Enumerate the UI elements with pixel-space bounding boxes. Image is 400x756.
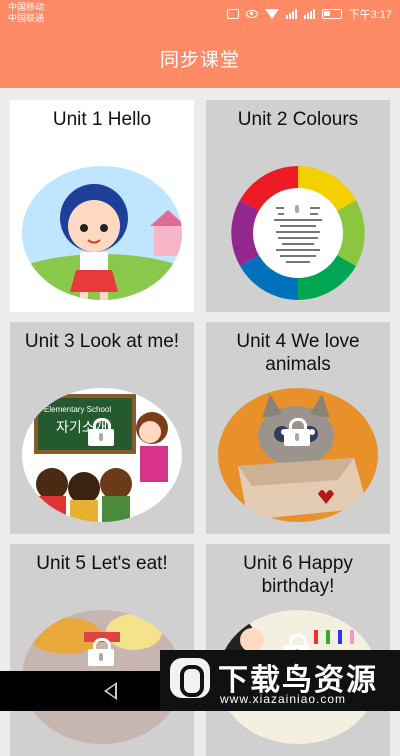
watermark-url: www.xiazainiao.com: [220, 692, 347, 706]
lock-icon: [284, 418, 310, 446]
unit-title: Unit 2 Colours: [237, 109, 359, 130]
status-time: 下午3:17: [348, 9, 392, 21]
unit-title: Unit 3 Look at me!: [24, 331, 180, 352]
unit-thumbnail-girl: [22, 166, 182, 300]
lock-icon: [284, 190, 310, 218]
unit-title: Unit 6 Happy birthday!: [243, 553, 353, 597]
unit-thumbnail-cat: [218, 388, 378, 522]
carrier-info: 中国移动 中国联通: [8, 2, 44, 24]
status-bar: 中国移动 中国联通 下午3:17: [0, 0, 400, 28]
app-bar: 同步课堂: [0, 28, 400, 88]
wifi-icon: [264, 9, 279, 19]
unit-thumbnail-classroom: Elementary School 자기소개: [22, 388, 182, 522]
watermark-bird-icon: [170, 658, 210, 698]
signal-icon: [303, 9, 315, 19]
unit-title: Unit 4 We love animals: [236, 331, 360, 375]
page-title: 同步课堂: [159, 49, 240, 71]
unit-title: Unit 1 Hello: [52, 109, 152, 130]
eye-icon: [245, 10, 258, 18]
unit-card-4[interactable]: Unit 4 We love animals: [206, 322, 390, 534]
unit-card-2[interactable]: Unit 2 Colours: [206, 100, 390, 312]
unit-thumbnail-colour-wheel: [218, 166, 378, 300]
unit-title: Unit 5 Let's eat!: [36, 553, 168, 574]
unit-card-1[interactable]: Unit 1 Hello: [10, 100, 194, 312]
carrier-1: 中国移动: [8, 2, 45, 12]
lock-icon: [88, 418, 114, 446]
signal-icon: [285, 9, 297, 19]
board-text-1: Elementary School: [44, 405, 111, 414]
watermark-logo: 下载鸟资源 www.xiazainiao.com: [160, 650, 400, 711]
battery-icon: [321, 9, 342, 19]
back-icon[interactable]: [104, 682, 117, 700]
lock-icon: [88, 638, 114, 666]
unit-card-3[interactable]: Unit 3 Look at me! Elementary School 자기소…: [10, 322, 194, 534]
carrier-2: 中国联通: [8, 13, 45, 23]
vibrate-icon: [226, 9, 239, 19]
status-icons: 下午3:17: [226, 6, 392, 22]
